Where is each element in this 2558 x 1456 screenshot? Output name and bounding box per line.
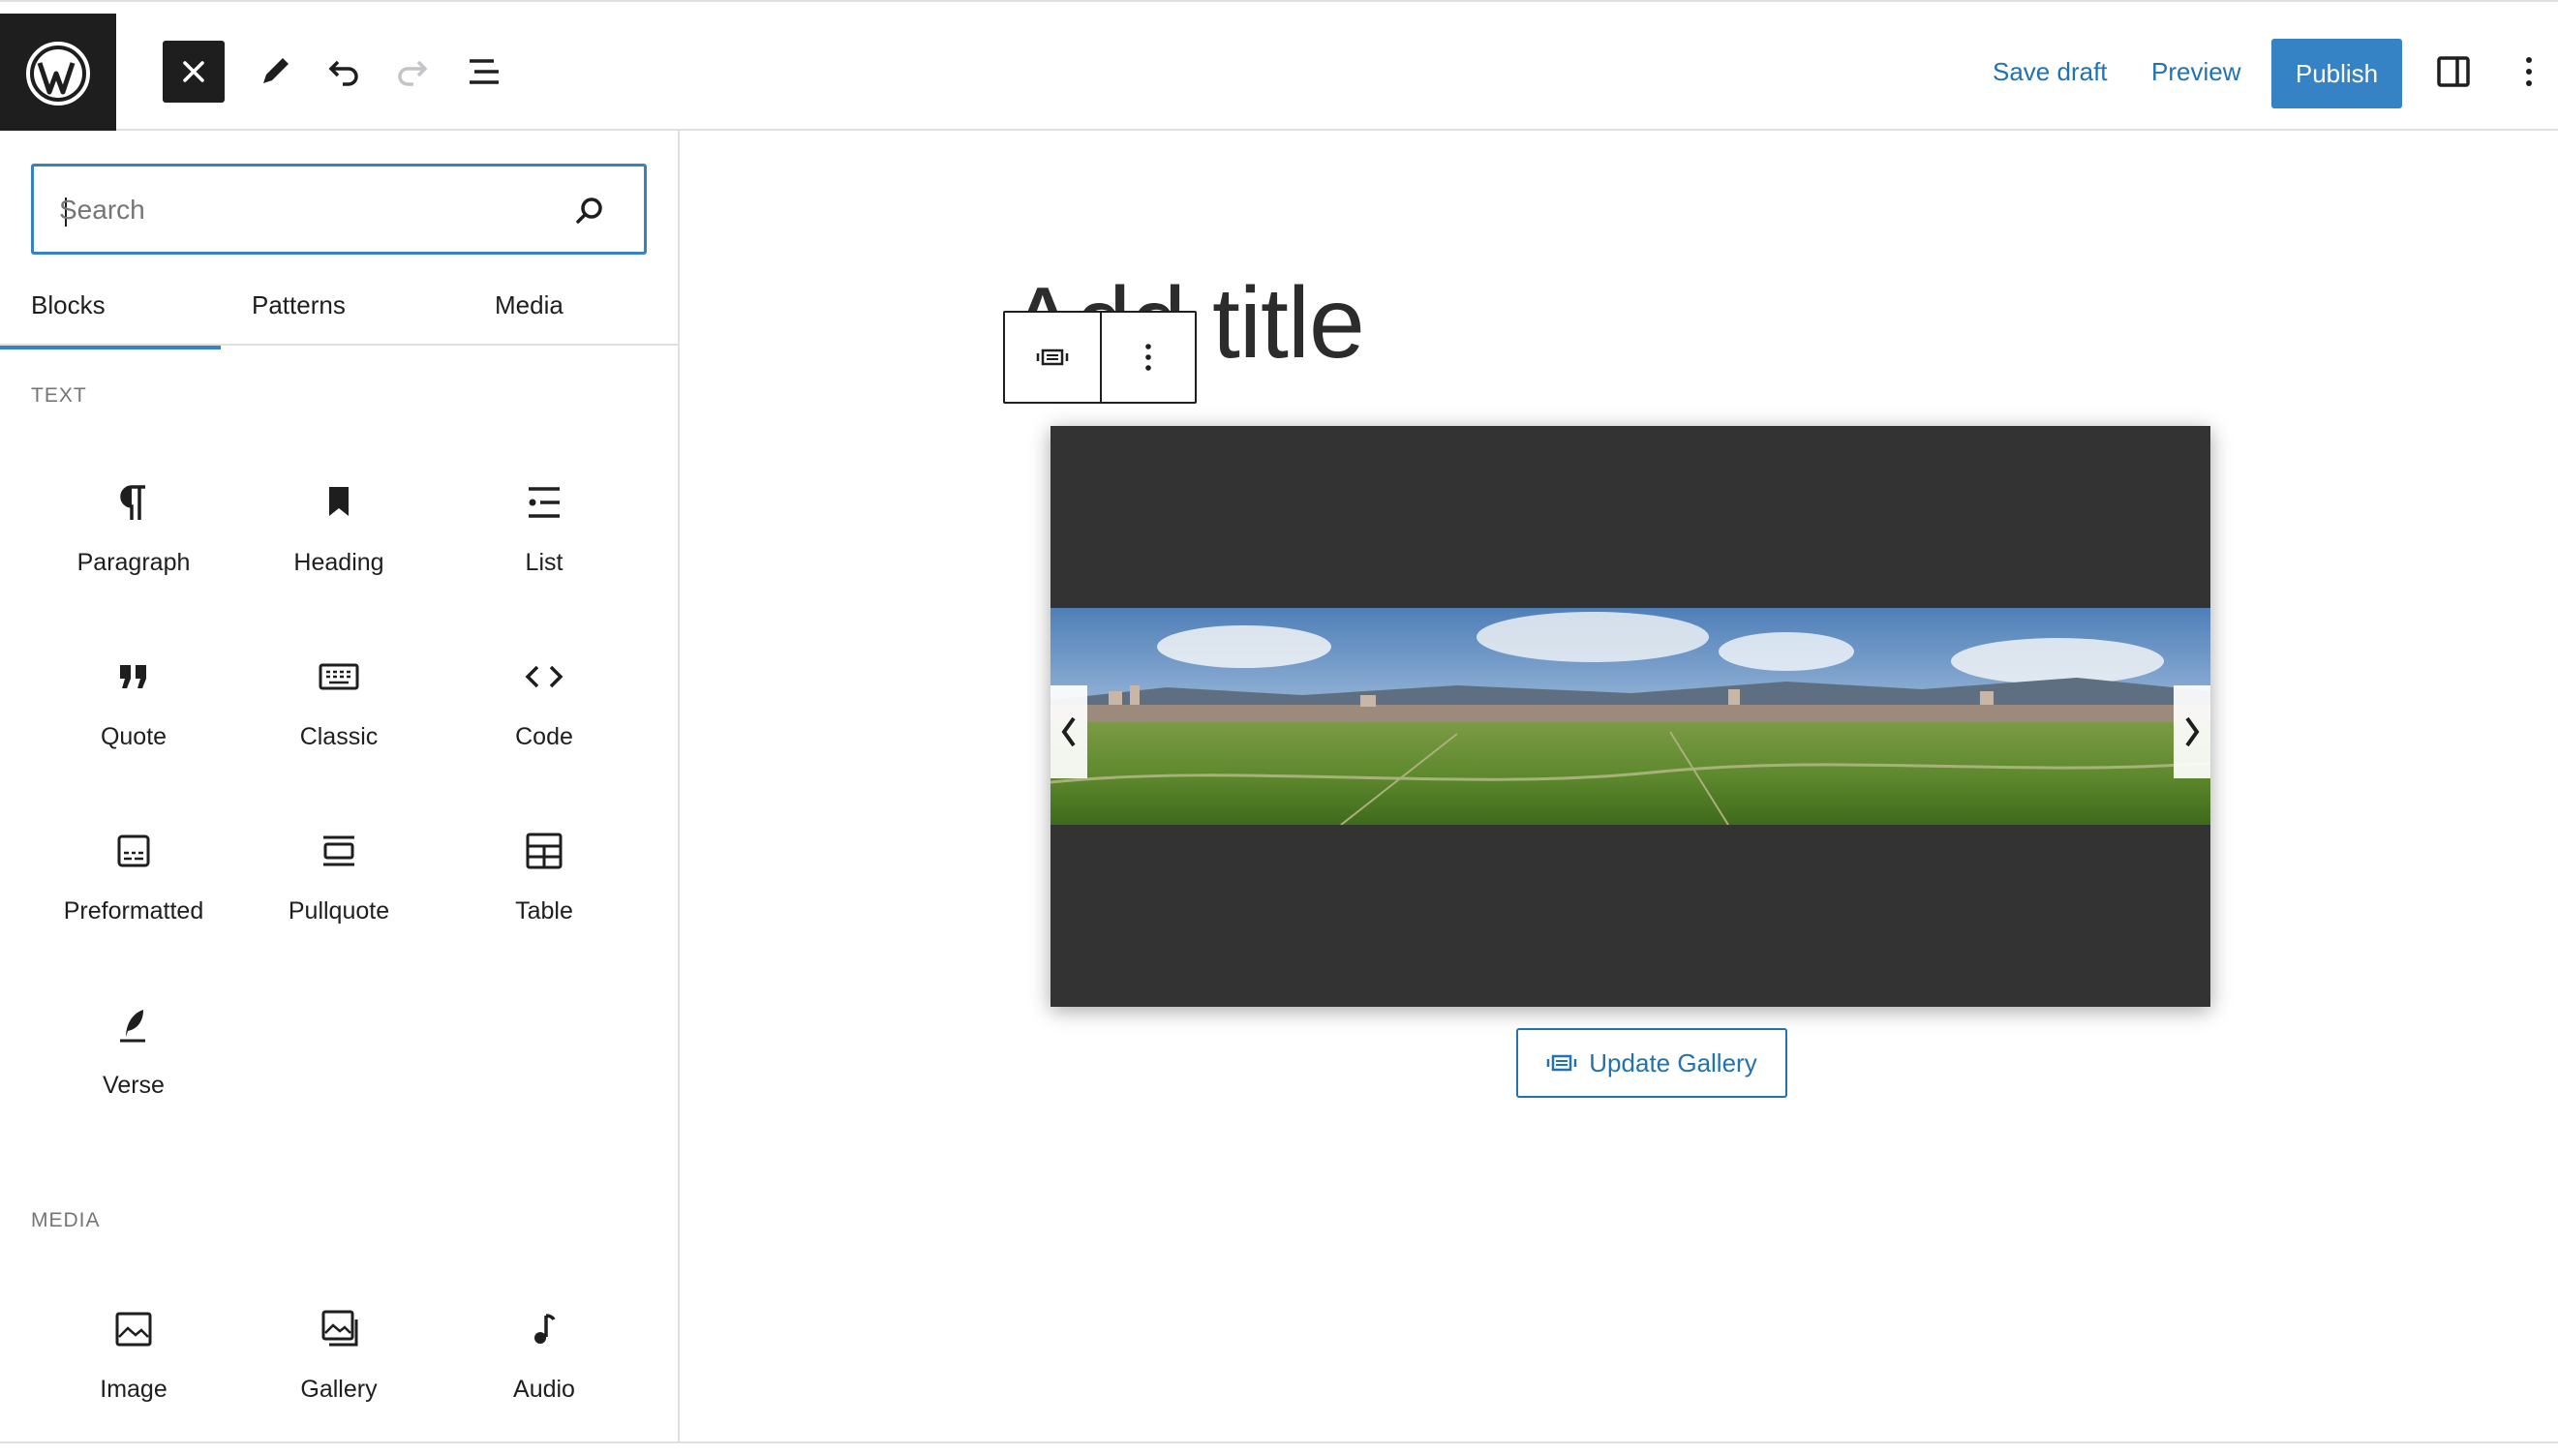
block-image[interactable]: Image	[31, 1296, 236, 1441]
wordpress-logo-button[interactable]	[0, 14, 116, 133]
audio-icon	[521, 1306, 567, 1352]
block-label: Gallery	[300, 1376, 378, 1403]
document-overview-button[interactable]	[453, 41, 515, 103]
search-box	[31, 164, 647, 255]
preview-button[interactable]: Preview	[2151, 52, 2240, 91]
editor-canvas: Add title	[680, 131, 2558, 1441]
list-icon	[521, 479, 567, 526]
redo-button[interactable]	[382, 41, 444, 103]
close-icon	[183, 61, 204, 82]
more-vertical-icon	[2526, 57, 2532, 86]
image-icon	[110, 1306, 157, 1352]
editor-header: Save draft Preview Publish	[0, 0, 2558, 133]
inserter-tabs: Blocks Patterns Media	[0, 286, 678, 346]
block-label: Preformatted	[63, 897, 204, 925]
block-classic[interactable]: Classic	[236, 644, 442, 789]
quote-icon	[110, 653, 157, 700]
block-label: Verse	[103, 1072, 165, 1099]
verse-icon	[110, 1002, 157, 1048]
block-code[interactable]: Code	[442, 644, 647, 789]
active-tab-indicator	[0, 346, 221, 349]
section-title-media: MEDIA	[31, 1209, 101, 1231]
search-icon[interactable]	[570, 192, 609, 230]
block-inserter-panel: Blocks Patterns Media TEXT Paragraph Hea…	[0, 131, 680, 1441]
block-label: Paragraph	[76, 549, 191, 576]
previous-slide-button[interactable]	[1051, 685, 1087, 778]
block-label: List	[525, 549, 563, 576]
sidebar-toggle-icon	[2437, 56, 2470, 87]
paragraph-icon	[110, 479, 157, 526]
wordpress-logo-icon	[26, 41, 90, 106]
bottom-divider	[0, 1441, 2558, 1443]
tab-patterns[interactable]: Patterns	[252, 286, 346, 346]
wordpress-editor: Save draft Preview Publish Search Blocks…	[0, 0, 2558, 1456]
table-icon	[521, 828, 567, 874]
section-title-text: TEXT	[31, 384, 87, 407]
gallery-slider[interactable]	[1051, 426, 2210, 1007]
redo-icon	[398, 60, 428, 86]
block-table[interactable]: Table	[442, 818, 647, 963]
block-options-button[interactable]	[1100, 313, 1195, 402]
block-audio[interactable]: Audio	[442, 1296, 647, 1441]
block-type-button[interactable]	[1005, 313, 1100, 402]
block-heading[interactable]: Heading	[236, 470, 442, 615]
block-label: Quote	[100, 723, 167, 750]
undo-icon	[328, 60, 358, 86]
slider-icon	[1547, 1054, 1577, 1072]
block-label: Heading	[293, 549, 384, 576]
block-preformatted[interactable]: Preformatted	[31, 818, 236, 963]
keyboard-icon	[316, 653, 362, 700]
options-button[interactable]	[2502, 41, 2556, 103]
block-gallery[interactable]: Gallery	[236, 1296, 442, 1441]
panorama-image	[1051, 608, 2210, 825]
update-gallery-label: Update Gallery	[1589, 1047, 1757, 1077]
publish-button[interactable]: Publish	[2271, 39, 2402, 108]
update-gallery-button[interactable]: Update Gallery	[1516, 1028, 1787, 1098]
undo-button[interactable]	[312, 41, 374, 103]
block-pullquote[interactable]: Pullquote	[236, 818, 442, 963]
close-inserter-button[interactable]	[163, 41, 225, 103]
heading-icon	[316, 479, 362, 526]
block-label: Table	[515, 897, 573, 925]
block-quote[interactable]: Quote	[31, 644, 236, 789]
slider-block-icon	[1036, 349, 1069, 366]
save-draft-button[interactable]: Save draft	[1993, 52, 2108, 91]
block-label: Pullquote	[288, 897, 390, 925]
code-icon	[521, 653, 567, 700]
block-toolbar	[1003, 311, 1197, 404]
gallery-icon	[316, 1306, 362, 1352]
tab-blocks[interactable]: Blocks	[31, 286, 106, 346]
preformatted-icon	[110, 828, 157, 874]
block-label: Classic	[299, 723, 379, 750]
pencil-icon	[263, 58, 289, 83]
next-slide-button[interactable]	[2174, 685, 2210, 778]
search-input[interactable]	[59, 186, 563, 234]
more-vertical-icon	[1145, 344, 1151, 371]
list-view-icon	[470, 59, 499, 84]
block-paragraph[interactable]: Paragraph	[31, 470, 236, 615]
settings-button[interactable]	[2422, 41, 2484, 103]
block-label: Audio	[513, 1376, 575, 1403]
block-verse[interactable]: Verse	[31, 992, 236, 1138]
block-label: Image	[100, 1376, 167, 1403]
chevron-right-icon	[2185, 716, 2200, 747]
block-label: Code	[515, 723, 573, 750]
tools-button[interactable]	[244, 41, 306, 103]
pullquote-icon	[316, 828, 362, 874]
block-list[interactable]: List	[442, 470, 647, 615]
chevron-left-icon	[1061, 716, 1076, 747]
tab-media[interactable]: Media	[495, 286, 563, 346]
